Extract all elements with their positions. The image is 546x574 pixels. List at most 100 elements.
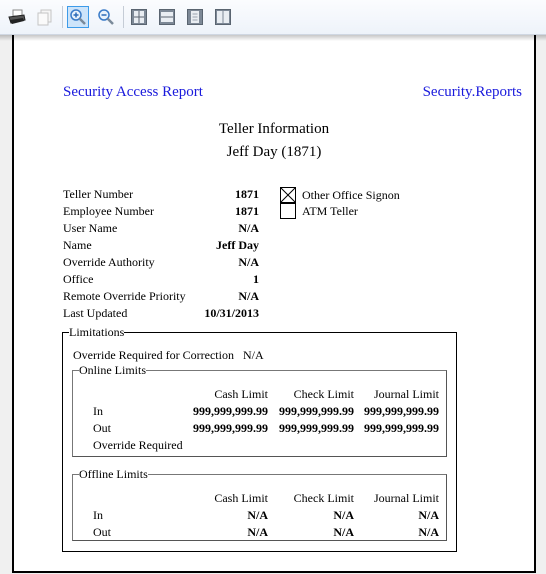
table-row: Out N/A N/A N/A	[73, 524, 446, 541]
override-correction-value: N/A	[242, 348, 264, 362]
online-limits-legend: Online Limits	[79, 363, 146, 377]
check-other-office-signon: Other Office Signon	[280, 187, 400, 203]
toolbar-shadow	[0, 35, 546, 41]
table-row: In N/A N/A N/A	[73, 507, 446, 524]
info-label: Employee Number	[63, 204, 154, 218]
info-row-teller-number: Teller Number 1871	[63, 186, 259, 203]
cell-value: 999,999,999.99	[193, 421, 268, 435]
online-limits-table: Cash Limit Check Limit Journal Limit In …	[73, 386, 446, 454]
viewer-toolbar	[0, 0, 546, 41]
info-label: Teller Number	[63, 187, 134, 201]
teller-flags: Other Office Signon ATM Teller	[280, 187, 400, 219]
report-subtitle: Jeff Day (1871)	[226, 144, 322, 160]
row-label: Out	[93, 421, 111, 435]
zoom-out-button[interactable]	[95, 6, 117, 28]
info-row-employee-number: Employee Number 1871	[63, 203, 259, 220]
info-label: Override Authority	[63, 255, 155, 269]
offline-limits-table: Cash Limit Check Limit Journal Limit In …	[73, 490, 446, 541]
cell-value: N/A	[247, 525, 268, 539]
report-title: Teller Information	[218, 121, 330, 137]
zoom-out-icon	[98, 9, 114, 25]
offline-limits-group: Offline Limits Cash Limit Check Limit Jo…	[72, 468, 447, 541]
fit-width-icon	[159, 9, 175, 25]
info-row-remote-override-priority: Remote Override Priority N/A	[63, 288, 259, 305]
info-value: Jeff Day	[216, 238, 259, 252]
table-row: Override Required	[73, 437, 446, 454]
cell-value: 999,999,999.99	[279, 421, 354, 435]
info-label: Remote Override Priority	[63, 289, 186, 303]
report-header-source[interactable]: Security.Reports	[423, 84, 522, 101]
info-row-user-name: User Name N/A	[63, 220, 259, 237]
fit-width-button[interactable]	[156, 6, 178, 28]
check-atm-teller: ATM Teller	[280, 203, 400, 219]
header-blank	[73, 490, 163, 507]
two-pages-icon	[215, 9, 231, 25]
toolbar-separator	[62, 6, 63, 28]
column-header: Check Limit	[293, 491, 354, 505]
cell-value: N/A	[333, 525, 354, 539]
checkbox-unchecked	[280, 203, 296, 219]
fit-page-button[interactable]	[128, 6, 150, 28]
override-correction-label: Override Required for Correction	[73, 348, 234, 362]
cell-value: 999,999,999.99	[364, 421, 439, 435]
teller-info-list: Teller Number 1871 Employee Number 1871 …	[63, 186, 259, 322]
info-value: N/A	[238, 255, 259, 269]
info-value: 1	[253, 272, 259, 286]
limitations-legend: Limitations	[69, 325, 125, 339]
row-label: Override Required	[93, 438, 183, 452]
table-header-row: Cash Limit Check Limit Journal Limit	[73, 386, 446, 403]
table-row: Out 999,999,999.99 999,999,999.99 999,99…	[73, 420, 446, 437]
info-row-override-authority: Override Authority N/A	[63, 254, 259, 271]
info-value: N/A	[238, 221, 259, 235]
toolbar-separator	[123, 6, 124, 28]
table-row: In 999,999,999.99 999,999,999.99 999,999…	[73, 403, 446, 420]
two-pages-button[interactable]	[212, 6, 234, 28]
header-blank	[73, 386, 163, 403]
print-button[interactable]	[6, 6, 28, 28]
check-label: ATM Teller	[302, 203, 358, 218]
column-header: Journal Limit	[374, 387, 439, 401]
info-value: 1871	[235, 187, 259, 201]
offline-limits-legend: Offline Limits	[79, 467, 148, 481]
zoom-in-button[interactable]	[67, 6, 89, 28]
row-label: Out	[93, 525, 111, 539]
zoom-in-icon	[70, 9, 86, 25]
cell-value: N/A	[247, 508, 268, 522]
single-page-button[interactable]	[184, 6, 206, 28]
checkbox-checked	[280, 187, 296, 203]
copy-button[interactable]	[34, 6, 56, 28]
override-correction: Override Required for Correction N/A	[73, 348, 264, 363]
column-header: Cash Limit	[214, 387, 268, 401]
cell-value: 999,999,999.99	[193, 404, 268, 418]
row-label: In	[93, 508, 103, 522]
cell-value: 999,999,999.99	[364, 404, 439, 418]
cell-value: 999,999,999.99	[279, 404, 354, 418]
column-header: Journal Limit	[374, 491, 439, 505]
info-label: Office	[63, 272, 94, 286]
info-label: Last Updated	[63, 306, 128, 320]
online-limits-group: Online Limits Cash Limit Check Limit Jou…	[72, 364, 447, 457]
table-header-row: Cash Limit Check Limit Journal Limit	[73, 490, 446, 507]
single-page-icon	[187, 9, 203, 25]
row-label: In	[93, 404, 103, 418]
check-label: Other Office Signon	[302, 187, 400, 202]
report-page: Security Access Report Security.Reports …	[12, 35, 536, 573]
info-label: Name	[63, 238, 92, 252]
report-header-title[interactable]: Security Access Report	[63, 84, 203, 101]
cell-value: N/A	[418, 508, 439, 522]
column-header: Check Limit	[293, 387, 354, 401]
fit-page-icon	[131, 9, 147, 25]
column-header: Cash Limit	[214, 491, 268, 505]
info-value: 1871	[235, 204, 259, 218]
printer-icon	[8, 9, 26, 24]
info-row-last-updated: Last Updated 10/31/2013	[63, 305, 259, 322]
info-value: 10/31/2013	[204, 306, 259, 320]
limitations-group: Limitations Override Required for Correc…	[62, 326, 457, 552]
copy-icon	[37, 9, 52, 26]
info-row-name: Name Jeff Day	[63, 237, 259, 254]
cell-value: N/A	[333, 508, 354, 522]
info-label: User Name	[63, 221, 118, 235]
info-value: N/A	[238, 289, 259, 303]
cell-value: N/A	[418, 525, 439, 539]
info-row-office: Office 1	[63, 271, 259, 288]
